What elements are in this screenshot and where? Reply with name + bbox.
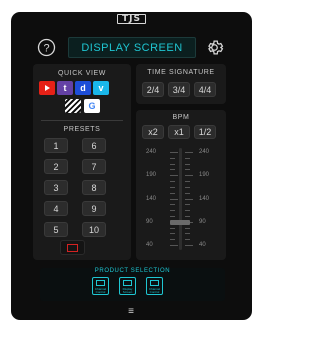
bpm-tick bbox=[185, 210, 190, 212]
vimeo-app-icon[interactable]: v bbox=[93, 81, 109, 95]
brand-logo: TJS bbox=[117, 14, 146, 24]
bpm-scale-label: 90 bbox=[146, 218, 153, 225]
bpm-tick bbox=[185, 227, 190, 229]
product-card[interactable]: Channel Control bbox=[146, 277, 163, 295]
bpm-scale-label: 240 bbox=[199, 149, 210, 155]
preset-button[interactable]: 10 bbox=[82, 222, 106, 237]
bpm-slider-track[interactable] bbox=[179, 148, 182, 250]
bpm-title: BPM bbox=[172, 114, 190, 121]
bpm-tick bbox=[170, 210, 175, 212]
bpm-slider-thumb[interactable] bbox=[170, 219, 190, 225]
bpm-tick bbox=[185, 192, 190, 194]
bpm-tick bbox=[185, 152, 193, 153]
product-selection-title: PRODUCT SELECTION bbox=[94, 268, 171, 274]
stripes-app-icon[interactable] bbox=[65, 99, 81, 113]
bpm-tick bbox=[185, 215, 190, 217]
bpm-tick bbox=[170, 157, 175, 159]
bpm-tick bbox=[185, 198, 193, 200]
bpm-tick bbox=[185, 239, 190, 241]
product-device-icon bbox=[123, 280, 132, 286]
product-device-icon bbox=[150, 280, 159, 286]
bpm-tick bbox=[170, 152, 178, 153]
display-screen-label: DISPLAY SCREEN bbox=[68, 37, 196, 58]
time-signature-option[interactable]: 4/4 bbox=[194, 82, 216, 97]
bpm-tick bbox=[170, 204, 175, 206]
bpm-scale-label: 140 bbox=[199, 195, 210, 202]
bpm-tick bbox=[185, 175, 193, 177]
bpm-tick bbox=[185, 181, 190, 183]
bpm-tick bbox=[170, 245, 178, 246]
bpm-scale-label: 40 bbox=[146, 242, 153, 248]
svg-text:?: ? bbox=[43, 42, 49, 54]
presets-title: PRESETS bbox=[63, 126, 101, 133]
bpm-scale-label: 190 bbox=[146, 172, 157, 179]
time-signature-option[interactable]: 2/4 bbox=[142, 82, 164, 97]
bpm-multiplier-button[interactable]: x1 bbox=[168, 125, 190, 139]
preset-button[interactable]: 4 bbox=[44, 201, 68, 216]
youtube-app-icon[interactable] bbox=[39, 81, 55, 95]
preset-button[interactable]: 1 bbox=[44, 138, 68, 153]
bpm-scale-label: 40 bbox=[199, 242, 206, 248]
product-caption: Screen bbox=[122, 290, 133, 294]
bpm-tick bbox=[170, 169, 175, 171]
menu-icon[interactable]: ≡ bbox=[120, 306, 142, 317]
quick-view-title: QUICK VIEW bbox=[57, 70, 106, 77]
bpm-tick bbox=[170, 181, 175, 183]
bpm-tick bbox=[170, 192, 175, 194]
time-signature-option[interactable]: 3/4 bbox=[168, 82, 190, 97]
bpm-tick bbox=[185, 233, 190, 235]
preset-button[interactable]: 6 bbox=[82, 138, 106, 153]
bpm-scale-label: 90 bbox=[199, 218, 206, 225]
product-caption: Control bbox=[149, 290, 160, 294]
bpm-scale-label: 140 bbox=[146, 195, 157, 202]
bpm-tick bbox=[170, 186, 175, 188]
bpm-tick bbox=[170, 239, 175, 241]
preset-button[interactable]: 5 bbox=[44, 222, 68, 237]
product-caption: Control bbox=[95, 290, 106, 294]
bpm-tick bbox=[170, 233, 175, 235]
bpm-tick bbox=[185, 157, 190, 159]
time-signature-title: TIME SIGNATURE bbox=[147, 69, 215, 76]
product-device-icon bbox=[96, 280, 105, 286]
bpm-multiplier-button[interactable]: 1/2 bbox=[194, 125, 216, 139]
bpm-tick bbox=[185, 245, 193, 246]
bpm-tick bbox=[170, 163, 175, 165]
bpm-tick bbox=[170, 175, 178, 177]
divider bbox=[41, 120, 123, 121]
product-card[interactable]: Display Screen bbox=[119, 277, 136, 295]
help-icon[interactable]: ? bbox=[37, 38, 56, 57]
dailymotion-app-icon[interactable]: d bbox=[75, 81, 91, 95]
bpm-tick bbox=[170, 227, 175, 229]
preset-button[interactable]: 8 bbox=[82, 180, 106, 195]
google-app-icon[interactable]: G bbox=[84, 99, 100, 113]
bpm-tick bbox=[170, 198, 178, 200]
preset-record-button[interactable] bbox=[60, 240, 85, 255]
bpm-tick bbox=[185, 163, 190, 165]
product-card[interactable]: Channel Control bbox=[92, 277, 109, 295]
preset-button[interactable]: 7 bbox=[82, 159, 106, 174]
bpm-tick bbox=[185, 204, 190, 206]
bpm-multiplier-button[interactable]: x2 bbox=[142, 125, 164, 139]
preset-button[interactable]: 9 bbox=[82, 201, 106, 216]
settings-gear-icon[interactable] bbox=[205, 38, 224, 57]
bpm-scale-label: 190 bbox=[199, 172, 210, 179]
twitch-app-icon[interactable]: t bbox=[57, 81, 73, 95]
bpm-tick bbox=[185, 186, 190, 188]
bpm-tick bbox=[185, 169, 190, 171]
bpm-tick bbox=[170, 215, 175, 217]
preset-button[interactable]: 3 bbox=[44, 180, 68, 195]
bpm-scale-label: 240 bbox=[146, 149, 157, 155]
preset-button[interactable]: 2 bbox=[44, 159, 68, 174]
